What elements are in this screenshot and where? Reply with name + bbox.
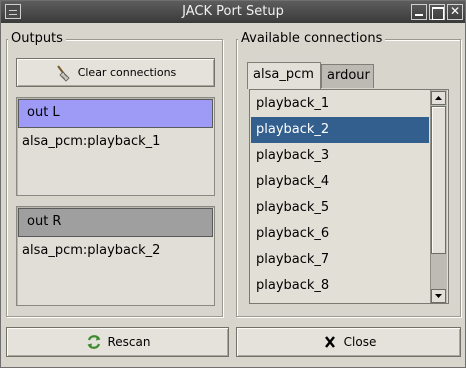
port-out-l[interactable]: out L alsa_pcm:playback_1 xyxy=(16,97,215,196)
outputs-label: Outputs xyxy=(8,31,66,46)
scroll-down-button[interactable] xyxy=(431,289,446,303)
list-item[interactable]: playback_6 xyxy=(251,221,429,247)
clear-connections-label: Clear connections xyxy=(77,66,177,79)
port-header-out-l[interactable]: out L xyxy=(18,99,213,128)
minimize-icon[interactable] xyxy=(411,4,427,20)
close-icon[interactable]: ✕ xyxy=(447,4,463,20)
available-connections-label: Available connections xyxy=(238,31,386,46)
arrow-up-icon xyxy=(435,96,442,100)
list-item[interactable]: playback_2 xyxy=(251,117,429,143)
scrollbar-thumb[interactable] xyxy=(431,106,446,254)
clear-connections-button[interactable]: Clear connections xyxy=(16,58,215,87)
window-title: JACK Port Setup xyxy=(182,4,284,19)
maximize-icon[interactable] xyxy=(429,4,445,20)
broom-icon xyxy=(56,64,70,82)
refresh-icon xyxy=(87,335,100,349)
port-out-r[interactable]: out R alsa_pcm:playback_2 xyxy=(16,206,215,306)
list-item[interactable]: playback_4 xyxy=(251,169,429,195)
list-item[interactable]: playback_5 xyxy=(251,195,429,221)
close-x-icon xyxy=(324,336,335,348)
port-connection-out-r[interactable]: alsa_pcm:playback_2 xyxy=(22,243,160,258)
tab-alsa-pcm[interactable]: alsa_pcm xyxy=(247,62,321,89)
tab-ardour[interactable]: ardour xyxy=(321,64,374,88)
list-item[interactable]: playback_7 xyxy=(251,247,429,273)
arrow-down-icon xyxy=(435,294,442,298)
close-button[interactable]: Close xyxy=(236,327,461,357)
scroll-up-button[interactable] xyxy=(431,91,446,105)
list-item[interactable]: playback_1 xyxy=(251,91,429,117)
port-connection-out-l[interactable]: alsa_pcm:playback_1 xyxy=(22,134,160,149)
rescan-label: Rescan xyxy=(107,335,151,349)
connections-list: playback_1 playback_2 playback_3 playbac… xyxy=(249,89,449,304)
list-item[interactable]: playback_8 xyxy=(251,273,429,299)
title-bar[interactable]: JACK Port Setup ✕ xyxy=(1,1,465,23)
port-header-out-r[interactable]: out R xyxy=(18,208,213,237)
rescan-button[interactable]: Rescan xyxy=(6,327,229,357)
close-label: Close xyxy=(343,335,377,349)
list-item[interactable]: playback_3 xyxy=(251,143,429,169)
